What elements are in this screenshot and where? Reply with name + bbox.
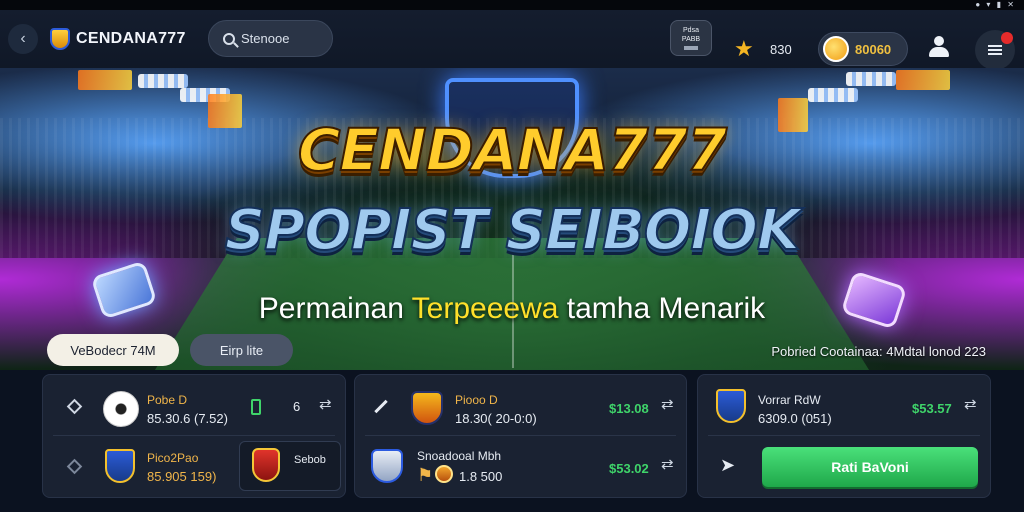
odds-value: 18.30( 20-0:0) xyxy=(455,411,537,426)
hero-subtitle: SPOPIST SEIBOIOK xyxy=(224,197,801,264)
match-row[interactable]: Snoadooal Mbh ⚑ 1.8 500 $53.02 ⇄ xyxy=(355,437,686,491)
star-icon[interactable]: ★ xyxy=(734,36,754,62)
count-value: 6 xyxy=(293,399,301,414)
hero-primary-chip[interactable]: VeBodecr 74M xyxy=(47,334,179,366)
floodlight xyxy=(138,74,188,88)
odds-value: 85.905 159) xyxy=(147,469,217,484)
odds-value: 6309.0 (051) xyxy=(758,411,832,426)
tagline-post: tamha Menarik xyxy=(558,292,766,325)
divider xyxy=(365,435,676,436)
diamond-icon[interactable] xyxy=(66,458,83,475)
brand-logo-icon xyxy=(50,28,70,50)
team-name: Pico2Pao xyxy=(147,451,199,465)
payout-value: $53.02 xyxy=(609,461,649,476)
ad-board xyxy=(896,70,950,90)
vip-badge-button[interactable]: Pdsa PABB xyxy=(670,20,712,56)
place-bet-button[interactable]: Rati BaVoni xyxy=(762,447,978,487)
hero-banner[interactable]: CENDANA777 SPOPIST SEIBOIOK Permainan Te… xyxy=(0,68,1024,370)
search-placeholder: Stenooe xyxy=(241,31,290,46)
battery-icon xyxy=(251,399,261,415)
payout-value: $13.08 xyxy=(609,401,649,416)
match-card-3: Vorrar RdW 6309.0 (051) $53.57 ⇄ ➤ Rati … xyxy=(697,374,991,498)
status-icons: ● ▾ ▮ ✕ xyxy=(975,0,1016,9)
coin-icon xyxy=(435,465,453,483)
team-shield-icon xyxy=(716,389,746,423)
match-card-1: Pobe D 85.30.6 (7.52) 6 ⇄ Pico2Pao 85.90… xyxy=(42,374,346,498)
badge-line-2: PABB xyxy=(681,36,701,43)
brand[interactable]: CENDANA777 xyxy=(50,28,186,50)
top-header: ‹ CENDANA777 Stenooe Pdsa PABB ★ 830 800… xyxy=(0,10,1024,70)
hero-info-text: Pobried Cootainaa: 4Mdtal lonod 223 xyxy=(771,344,986,359)
team-name: Vorrar RdW xyxy=(758,393,821,407)
match-card-2: Piooo D 18.30( 20-0:0) $13.08 ⇄ Snoadooa… xyxy=(354,374,687,498)
search-icon xyxy=(223,32,235,45)
menu-button[interactable] xyxy=(975,30,1015,70)
match-row[interactable]: Piooo D 18.30( 20-0:0) $13.08 ⇄ xyxy=(355,379,686,433)
hero-title: CENDANA777 xyxy=(297,115,728,185)
flag-icon: ⚑ xyxy=(417,465,434,485)
ad-board xyxy=(78,70,132,90)
swap-icon[interactable]: ⇄ xyxy=(661,395,674,413)
menu-icon xyxy=(988,45,1002,55)
swap-icon[interactable]: ⇄ xyxy=(661,455,674,473)
team-name: Snoadooal Mbh xyxy=(417,449,502,463)
team-shield-icon xyxy=(105,449,135,483)
diamond-icon[interactable] xyxy=(66,398,83,415)
notification-dot xyxy=(1001,32,1013,44)
hero-tagline: Permainan Terpeeewa tamha Menarik xyxy=(0,292,1024,326)
coin-balance[interactable]: 80060 xyxy=(818,32,908,66)
brand-name: CENDANA777 xyxy=(76,30,186,47)
search-input[interactable]: Stenooe xyxy=(208,20,333,57)
odds-value: 1.8 500 xyxy=(459,469,503,484)
back-button[interactable]: ‹ xyxy=(8,24,38,54)
tagline-pre: Permainan xyxy=(258,292,412,325)
user-icon[interactable] xyxy=(928,36,950,58)
divider xyxy=(53,435,335,436)
coin-value: 80060 xyxy=(855,41,892,57)
user-body xyxy=(929,47,949,57)
team-name: Piooo D xyxy=(455,393,498,407)
payout-value: $53.57 xyxy=(912,401,952,416)
coin-icon xyxy=(823,36,849,62)
hero-secondary-chip[interactable]: Eirp lite xyxy=(190,334,293,366)
floodlight xyxy=(846,72,896,86)
megaphone-icon[interactable]: ➤ xyxy=(720,455,735,476)
match-row[interactable]: Pobe D 85.30.6 (7.52) 6 ⇄ xyxy=(43,379,345,433)
chevron-left-icon: ‹ xyxy=(20,30,26,47)
team-sub-card[interactable]: Sebob xyxy=(239,441,341,491)
points-value: 830 xyxy=(770,42,792,57)
club-badge-icon xyxy=(252,448,280,482)
club-badge-icon xyxy=(371,449,403,483)
divider xyxy=(708,435,980,436)
card-icon xyxy=(684,46,698,50)
soccer-ball-icon xyxy=(103,391,139,427)
floodlight xyxy=(808,88,858,102)
user-head xyxy=(934,36,944,46)
odds-value: 85.30.6 (7.52) xyxy=(147,411,228,426)
edit-icon[interactable] xyxy=(374,399,388,414)
badge-line-1: Pdsa xyxy=(683,27,699,34)
swap-icon[interactable]: ⇄ xyxy=(319,395,332,413)
match-row[interactable]: Vorrar RdW 6309.0 (051) $53.57 ⇄ xyxy=(698,379,990,433)
system-status-bar: ● ▾ ▮ ✕ xyxy=(0,0,1024,10)
sub-card-label: Sebob xyxy=(294,454,326,466)
swap-icon[interactable]: ⇄ xyxy=(964,395,977,413)
club-badge-icon xyxy=(411,391,443,425)
tagline-highlight: Terpeeewa xyxy=(411,292,559,325)
team-name: Pobe D xyxy=(147,393,188,407)
